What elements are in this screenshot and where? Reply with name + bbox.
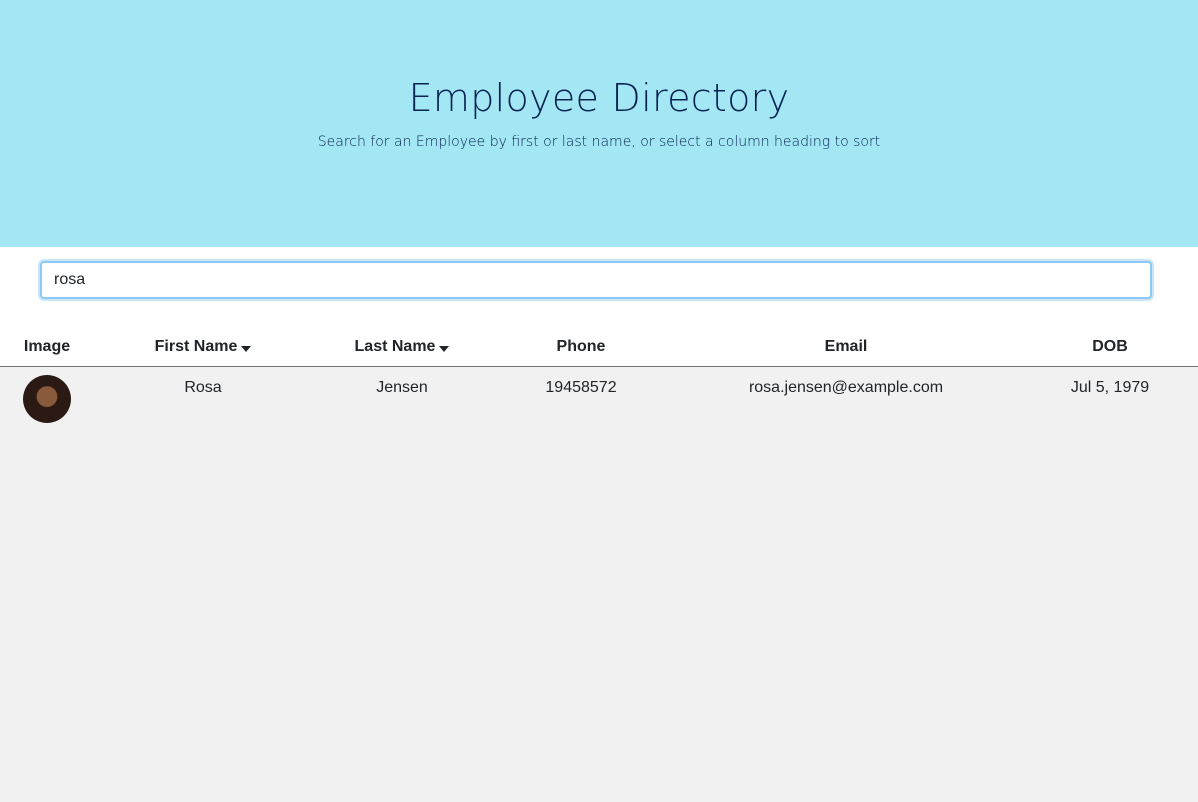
search-bar [0,247,1198,327]
search-input[interactable] [40,261,1152,299]
table-header-row: Image First Name Last Name Phone Email D… [0,327,1198,367]
page-subtitle: Search for an Employee by first or last … [317,134,881,150]
cell-email: rosa.jensen@example.com [748,379,944,396]
column-header-dob: DOB [1022,327,1198,367]
column-header-label: Email [824,337,868,355]
avatar [23,375,71,423]
cell-phone: 19458572 [545,379,617,396]
sort-caret-down-icon[interactable] [241,345,252,352]
column-header-phone: Phone [492,327,670,367]
page-title: Employee Directory [408,76,790,120]
column-header-label: Last Name [354,337,436,355]
cell-first-name: Rosa [184,379,222,396]
header-banner: Employee Directory Search for an Employe… [0,0,1198,247]
employee-table: Image First Name Last Name Phone Email D… [0,327,1198,433]
column-header-first-name[interactable]: First Name [94,327,312,367]
cell-image [0,367,94,433]
sort-caret-down-icon[interactable] [439,345,450,352]
column-header-last-name[interactable]: Last Name [312,327,492,367]
column-header-label: Phone [556,337,606,355]
column-header-label: First Name [154,337,238,355]
cell-last-name: Jensen [376,379,428,396]
column-header-label: Image [23,337,71,355]
cell-dob: Jul 5, 1979 [1070,379,1150,396]
table-row: Rosa Jensen 19458572 rosa.jensen@example… [0,367,1198,433]
column-header-email: Email [670,327,1022,367]
column-header-label: DOB [1092,337,1128,355]
column-header-image: Image [0,327,94,367]
